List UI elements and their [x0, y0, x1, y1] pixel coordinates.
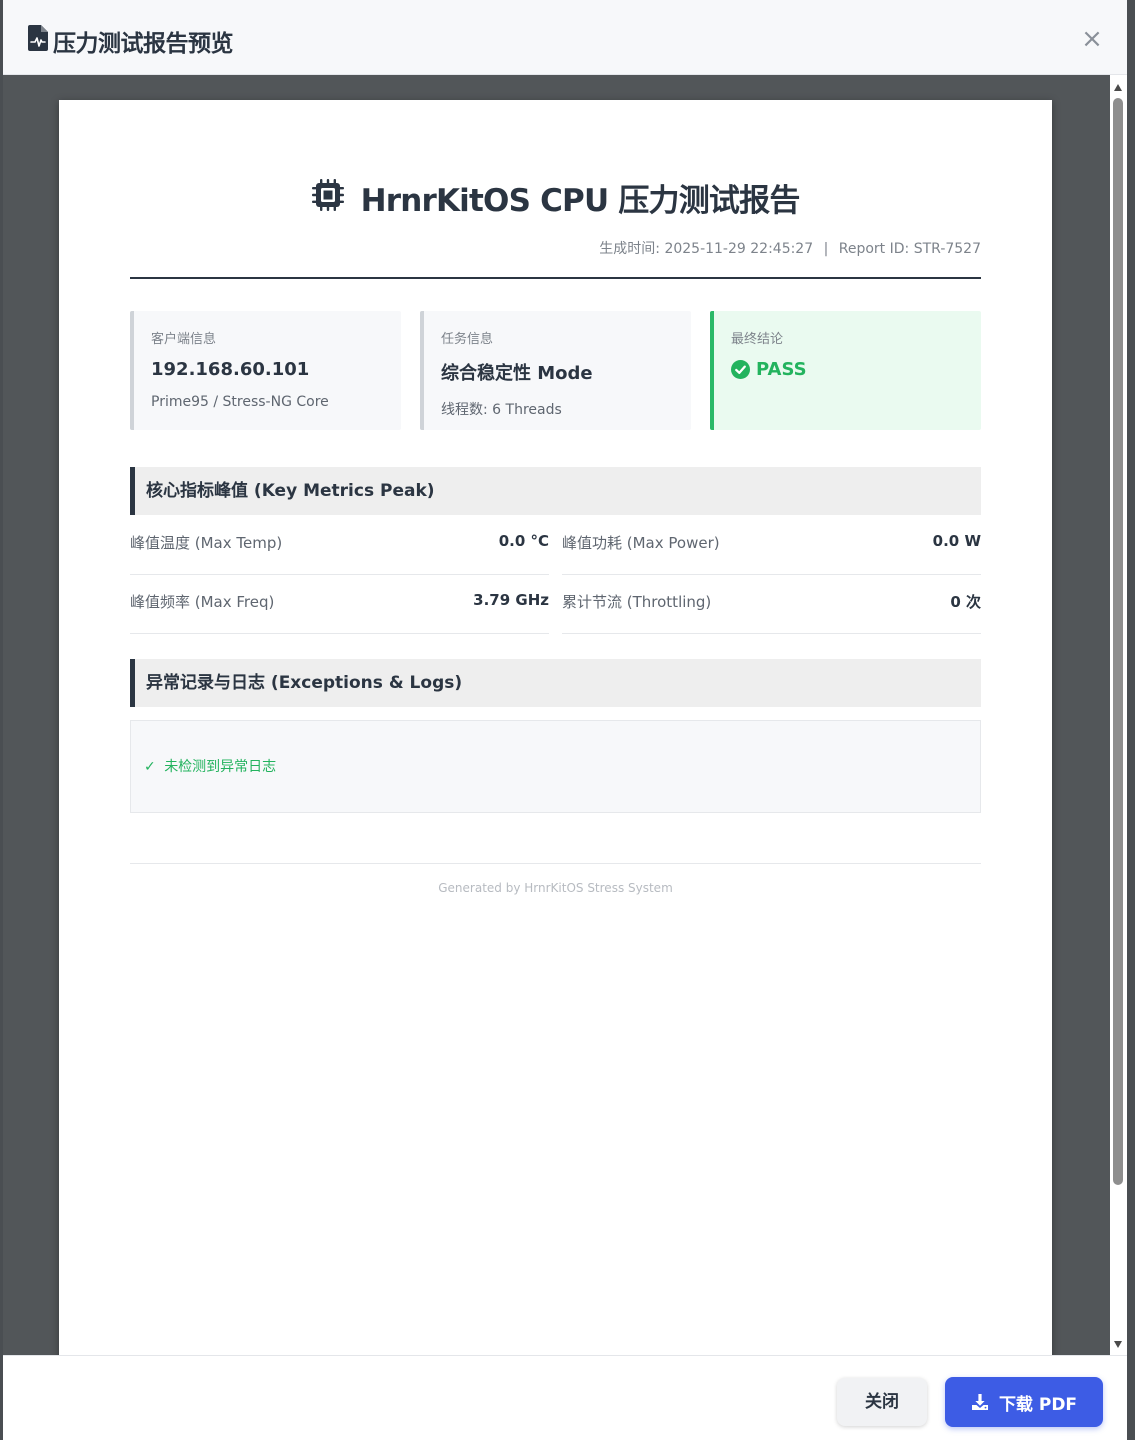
metric-max-freq: 峰值频率 (Max Freq) 3.79 GHz	[130, 574, 549, 634]
meta-separator: |	[823, 241, 829, 257]
task-threads: 线程数: 6 Threads	[441, 402, 562, 418]
report-page: HrnrKitOS CPU 压力测试报告 生成时间: 2025-11-29 22…	[59, 100, 1052, 1355]
metric-label: 峰值功耗 (Max Power)	[562, 534, 720, 552]
metric-max-power: 峰值功耗 (Max Power) 0.0 W	[562, 515, 981, 575]
metrics-heading: 核心指标峰值 (Key Metrics Peak)	[130, 467, 981, 515]
check-circle-icon	[731, 360, 750, 379]
report-preview-modal: 压力测试报告预览 × HrnrKitOS CPU 压力测试报告 生成时间: 20…	[3, 0, 1127, 1440]
viewer-scrollbar[interactable]	[1110, 75, 1127, 1355]
metric-label: 峰值频率 (Max Freq)	[130, 593, 275, 611]
generated-time: 2025-11-29 22:45:27	[664, 241, 814, 257]
download-icon	[971, 1394, 988, 1410]
result-card: 最终结论 PASS	[710, 311, 981, 430]
report-meta: 生成时间: 2025-11-29 22:45:27 | Report ID: S…	[599, 238, 981, 258]
title-divider	[130, 277, 981, 279]
metric-value: 0.0 °C	[498, 532, 549, 550]
metric-value: 0.0 W	[932, 532, 981, 550]
pass-status: PASS	[731, 359, 981, 380]
metric-label: 峰值温度 (Max Temp)	[130, 534, 283, 552]
modal-footer: 关闭 下载 PDF	[3, 1355, 1127, 1440]
metric-throttling: 累计节流 (Throttling) 0 次	[562, 574, 981, 634]
report-title-row: HrnrKitOS CPU 压力测试报告	[59, 175, 1052, 221]
cpu-chip-icon	[312, 178, 345, 211]
client-info-card: 客户端信息 192.168.60.101 Prime95 / Stress-NG…	[130, 311, 401, 430]
client-ip: 192.168.60.101	[151, 359, 310, 380]
report-footer-text: Generated by HrnrKitOS Stress System	[438, 881, 673, 895]
metric-max-temp: 峰值温度 (Max Temp) 0.0 °C	[130, 515, 549, 575]
scroll-up-icon[interactable]	[1114, 84, 1122, 91]
card-label: 任务信息	[441, 332, 494, 347]
metric-value: 0 次	[950, 593, 981, 611]
metric-value: 3.79 GHz	[473, 591, 549, 609]
footer-divider	[130, 863, 981, 864]
card-label: 最终结论	[731, 332, 784, 347]
modal-title: 压力测试报告预览	[53, 31, 234, 57]
generated-label: 生成时间:	[599, 241, 660, 257]
client-tool: Prime95 / Stress-NG Core	[151, 394, 329, 410]
scroll-down-icon[interactable]	[1114, 1341, 1122, 1348]
log-message: 未检测到异常日志	[164, 759, 277, 775]
card-label: 客户端信息	[151, 332, 217, 347]
report-title: HrnrKitOS CPU 压力测试报告	[360, 183, 801, 219]
task-info-card: 任务信息 综合稳定性 Mode 线程数: 6 Threads	[420, 311, 691, 430]
close-icon[interactable]: ×	[1081, 26, 1103, 52]
log-box: ✓ 未检测到异常日志	[130, 720, 981, 813]
logs-heading: 异常记录与日志 (Exceptions & Logs)	[130, 659, 981, 707]
report-id: STR-7527	[913, 241, 981, 257]
task-mode: 综合稳定性 Mode	[441, 363, 593, 384]
scroll-thumb[interactable]	[1113, 98, 1123, 1185]
report-id-label: Report ID:	[838, 241, 910, 257]
file-waveform-icon	[28, 25, 48, 51]
download-pdf-button[interactable]: 下载 PDF	[945, 1377, 1103, 1427]
close-button[interactable]: 关闭	[837, 1378, 927, 1426]
modal-header: 压力测试报告预览 ×	[3, 0, 1127, 75]
check-icon: ✓	[144, 759, 156, 775]
pdf-viewer[interactable]: HrnrKitOS CPU 压力测试报告 生成时间: 2025-11-29 22…	[3, 75, 1127, 1355]
download-label: 下载 PDF	[998, 1394, 1078, 1415]
pass-text: PASS	[756, 359, 807, 380]
metric-label: 累计节流 (Throttling)	[562, 593, 712, 611]
